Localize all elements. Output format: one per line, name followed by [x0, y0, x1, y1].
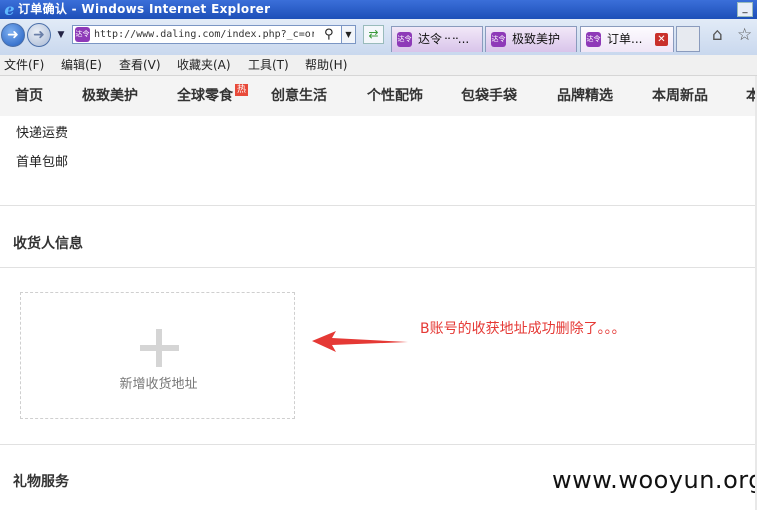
divider: [0, 205, 757, 206]
tab-order-confirm[interactable]: 达令 订单... ✕: [580, 26, 674, 52]
forward-arrow-icon: ➜: [33, 27, 45, 43]
add-address-label: 新增收货地址: [119, 377, 198, 392]
nav-item-beauty[interactable]: 极致美护: [82, 76, 138, 116]
dropdown-item-first-order[interactable]: 首单包邮: [16, 151, 68, 170]
tab-daling[interactable]: 达令 达令᠃᠃...: [391, 26, 483, 52]
home-icon[interactable]: ⌂: [712, 25, 723, 45]
minimize-button[interactable]: _: [737, 2, 753, 17]
receiver-info-title: 收货人信息: [13, 236, 83, 252]
tab-label: 极致美护: [512, 32, 561, 46]
close-tab-icon[interactable]: ✕: [655, 33, 668, 46]
menu-view[interactable]: 查看(V): [119, 55, 161, 75]
menu-tools[interactable]: 工具(T): [248, 55, 289, 75]
hot-badge: 热: [235, 84, 248, 96]
tab-beauty[interactable]: 达令 极致美护: [485, 26, 577, 52]
forward-button[interactable]: ➜: [27, 23, 51, 47]
gift-service-title: 礼物服务: [13, 474, 69, 490]
nav-item-brands[interactable]: 品牌精选: [557, 76, 613, 116]
window-titlebar: e 订单确认 - Windows Internet Explorer _: [0, 0, 757, 19]
refresh-icon: ⇄: [368, 27, 379, 41]
site-favicon-icon: 达令: [75, 27, 90, 42]
nav-item-new-arrivals[interactable]: 本周新品: [652, 76, 708, 116]
watermark: www.wooyun.org: [552, 466, 757, 494]
menu-favorites[interactable]: 收藏夹(A): [177, 55, 231, 75]
nav-item-global-snacks[interactable]: 全球零食: [177, 76, 233, 116]
back-button[interactable]: ➜: [1, 23, 25, 47]
annotation-arrow-icon: [312, 331, 408, 352]
nav-item-accessories[interactable]: 个性配饰: [367, 76, 423, 116]
browser-toolbar: ➜ ➜ ▼ 达令 http://www.daling.com/index.php…: [0, 19, 757, 55]
tab-favicon-icon: 达令: [586, 32, 601, 47]
menu-file[interactable]: 文件(F): [4, 55, 44, 75]
window-title: 订单确认 - Windows Internet Explorer: [18, 2, 271, 16]
add-address-card[interactable]: 新增收货地址: [20, 292, 295, 419]
back-arrow-icon: ➜: [7, 27, 19, 43]
menu-edit[interactable]: 编辑(E): [61, 55, 102, 75]
plus-icon: [156, 329, 162, 367]
divider: [0, 267, 757, 268]
ie-logo-icon: e: [4, 0, 15, 19]
tab-label: 达令᠃᠃...: [418, 32, 470, 46]
dropdown-item-shipping[interactable]: 快递运费: [16, 122, 68, 141]
history-dropdown-icon[interactable]: ▼: [54, 29, 68, 41]
address-dropdown-button[interactable]: ▼: [341, 25, 356, 44]
nav-item-bags[interactable]: 包袋手袋: [461, 76, 517, 116]
menu-help[interactable]: 帮助(H): [305, 55, 347, 75]
search-icon[interactable]: ⚲: [324, 26, 334, 43]
site-nav: 首页 极致美护 全球零食 热 创意生活 个性配饰 包袋手袋 品牌精选 本周新品 …: [0, 76, 757, 116]
tab-favicon-icon: 达令: [491, 32, 506, 47]
address-bar[interactable]: 达令 http://www.daling.com/index.php?_c=or…: [72, 25, 356, 44]
nav-item-home[interactable]: 首页: [15, 76, 43, 116]
tab-label: 订单...: [607, 32, 643, 46]
nav-item-creative-life[interactable]: 创意生活: [271, 76, 327, 116]
menu-bar: 文件(F) 编辑(E) 查看(V) 收藏夹(A) 工具(T) 帮助(H): [0, 55, 757, 76]
new-tab-button[interactable]: [676, 26, 700, 52]
tab-favicon-icon: 达令: [397, 32, 412, 47]
annotation-text: B账号的收获地址成功删除了。。。: [420, 321, 626, 337]
refresh-button[interactable]: ⇄: [363, 25, 384, 44]
favorites-star-icon[interactable]: ☆: [737, 25, 752, 45]
divider: [0, 444, 757, 445]
address-url[interactable]: http://www.daling.com/index.php?_c=ord: [94, 26, 314, 43]
